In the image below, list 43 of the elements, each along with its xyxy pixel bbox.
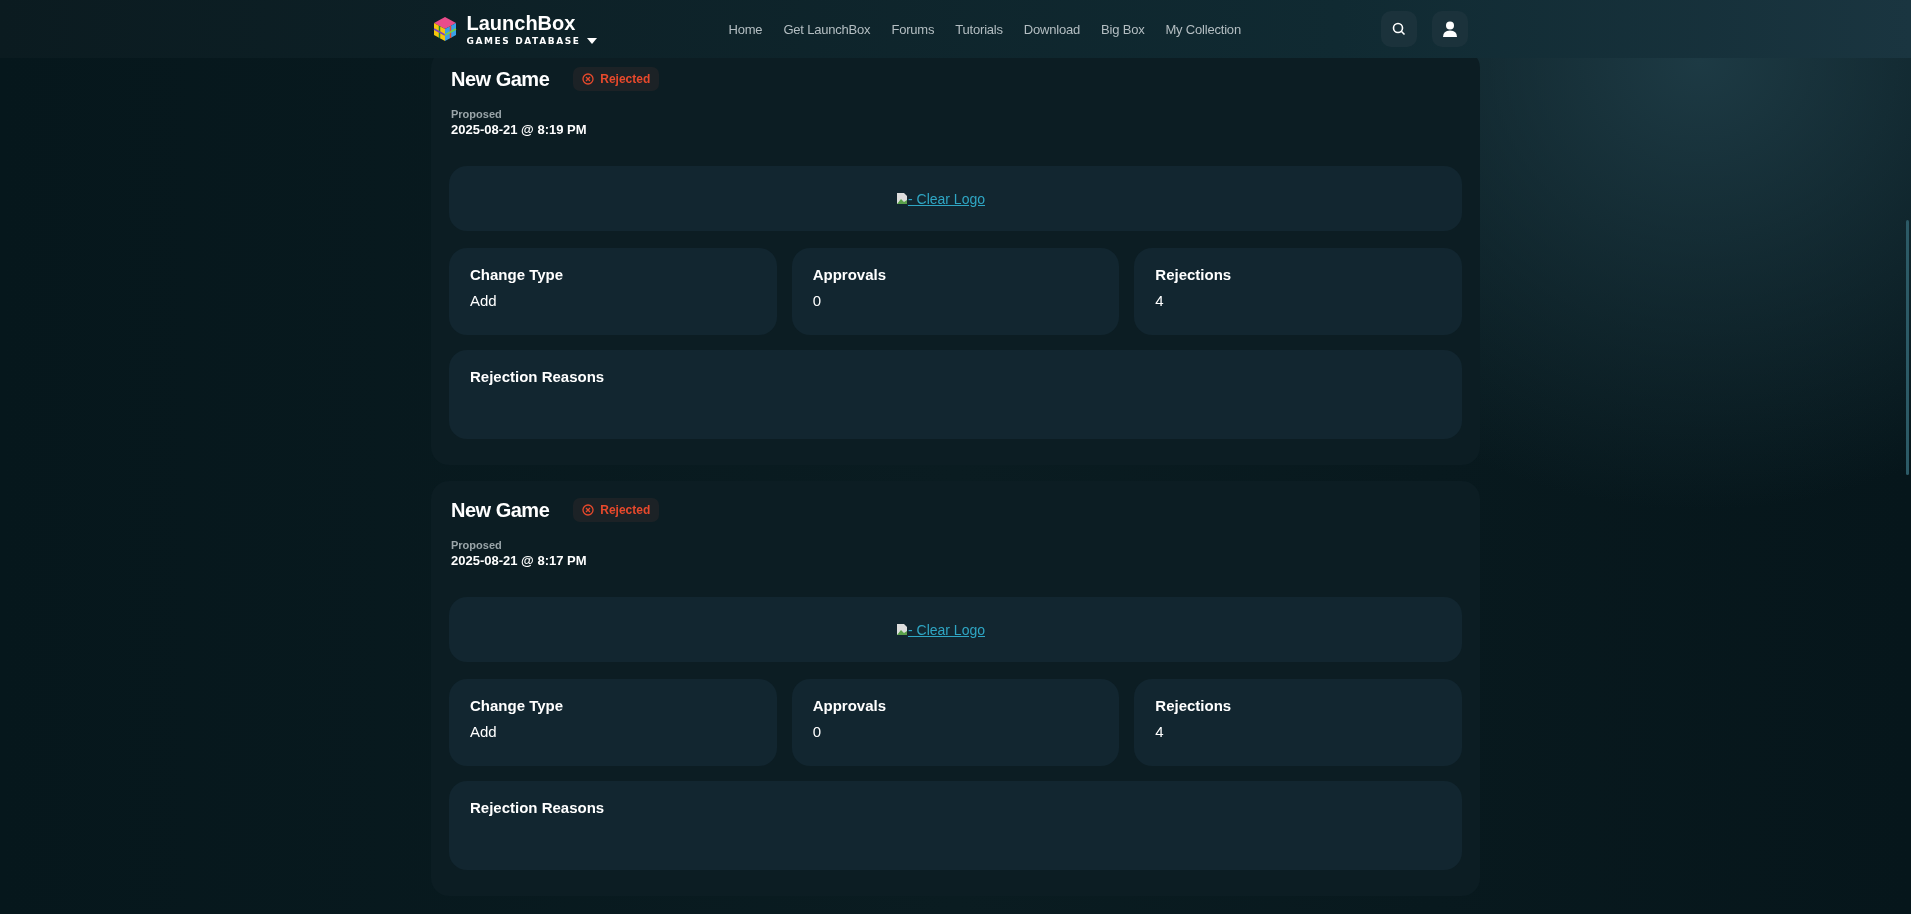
proposed-label: Proposed (451, 539, 503, 551)
stat-label: Rejections (1155, 266, 1233, 283)
clear-logo-link[interactable]: - Clear Logo (895, 190, 985, 207)
proposed-date: 2025-08-21 @ 8:17 PM (451, 553, 588, 568)
nav-link[interactable]: Forums (891, 21, 935, 37)
broken-image-icon (895, 192, 908, 205)
scrollbar-thumb[interactable] (1906, 220, 1909, 475)
submission-title: New Game (451, 67, 550, 91)
nav-link[interactable]: Download (1023, 21, 1081, 37)
site-subtitle: GAMES DATABASE (466, 36, 581, 46)
stat-value: Add (470, 292, 498, 309)
stat-label: Change Type (470, 697, 565, 714)
clear-logo-link[interactable]: - Clear Logo (895, 621, 985, 638)
nav-link[interactable]: My Collection (1165, 21, 1241, 37)
stat-value: Add (470, 723, 498, 740)
search-icon (1391, 22, 1406, 36)
nav-link[interactable]: Home (728, 21, 763, 37)
user-icon (1441, 20, 1458, 38)
nav-link[interactable]: Get LaunchBox (783, 21, 871, 37)
proposed-date: 2025-08-21 @ 8:19 PM (451, 122, 588, 137)
stat-value: 4 (1155, 292, 1165, 309)
reasons-label: Rejection Reasons (470, 799, 606, 816)
proposed-label: Proposed (451, 108, 503, 120)
site-title[interactable]: LaunchBox (466, 12, 597, 34)
broken-image-icon (895, 623, 908, 636)
x-circle-icon (582, 504, 595, 516)
status-badge: Rejected (573, 498, 660, 522)
search-button[interactable] (1380, 11, 1417, 47)
reasons-label: Rejection Reasons (470, 368, 606, 385)
stat-value: 0 (812, 723, 822, 740)
account-button[interactable] (1431, 11, 1468, 47)
nav-link[interactable]: Big Box (1101, 21, 1145, 37)
nav-link[interactable]: Tutorials (955, 21, 1003, 37)
stat-value: 4 (1155, 723, 1165, 740)
stat-label: Approvals (812, 266, 887, 283)
submission-title: New Game (451, 498, 550, 522)
caret-icon[interactable] (586, 38, 597, 44)
stat-value: 0 (812, 292, 822, 309)
stat-label: Change Type (470, 266, 565, 283)
status-badge: Rejected (573, 67, 660, 91)
stat-label: Rejections (1155, 697, 1233, 714)
x-circle-icon (582, 73, 595, 85)
stat-label: Approvals (812, 697, 887, 714)
